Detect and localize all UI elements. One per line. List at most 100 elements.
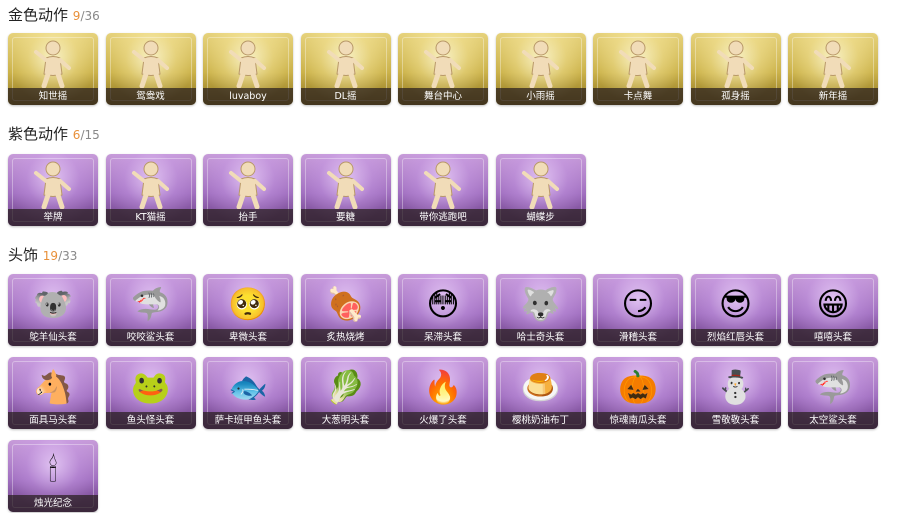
gold-action-card[interactable]: 舞台中心: [398, 33, 488, 105]
card-label: 新年摇: [788, 88, 878, 105]
card-label: 小雨摇: [495, 88, 586, 105]
collection-count: 19/33: [43, 249, 78, 263]
total-count: /33: [58, 249, 78, 263]
icon-glyph: 🍖: [325, 285, 366, 323]
section-name: 金色动作: [8, 6, 69, 24]
card-label: 卑微头套: [203, 329, 293, 346]
dazed-face-icon: 😳: [398, 278, 488, 330]
dance-figure-icon: [301, 158, 391, 210]
headwear-card[interactable]: ⛄ 雪敬敬头套: [690, 357, 781, 429]
snowman-head-icon: ⛄: [691, 361, 781, 413]
purple-action-card[interactable]: 蝴蝶步: [495, 154, 586, 226]
section-name: 紫色动作: [8, 125, 69, 143]
icon-glyph: 🐸: [130, 368, 171, 406]
headwear-card[interactable]: 🕯 烛光纪念: [8, 440, 98, 512]
card-label: 樱桃奶油布丁: [495, 412, 586, 429]
headwear-card[interactable]: 😳 呆滞头套: [398, 274, 488, 346]
headwear-card[interactable]: 🐟 萨卡班甲鱼头套: [203, 357, 293, 429]
headwear-card[interactable]: 🥬 大葱明头套: [300, 357, 391, 429]
icon-glyph: 🎃: [618, 368, 658, 406]
headwear-card[interactable]: 😏 滑稽头套: [593, 274, 683, 346]
icon-glyph: 😳: [426, 285, 460, 323]
icon-glyph: 🥺: [228, 285, 268, 323]
headwear-card[interactable]: 😎 烈焰红唇头套: [690, 274, 781, 346]
headwear-card[interactable]: 🎃 惊魂南瓜头套: [593, 357, 683, 429]
headwear-card[interactable]: 🦈 咬咬鲨头套: [105, 274, 196, 346]
card-label: 烈焰红唇头套: [690, 329, 781, 346]
headwear-card[interactable]: 🐴 面具马头套: [8, 357, 98, 429]
headwear-card[interactable]: 🦈 太空鲨头套: [788, 357, 878, 429]
fish-monster-head-icon: 🐸: [106, 361, 196, 413]
headwear-card[interactable]: 🥺 卑微头套: [203, 274, 293, 346]
card-label: 鸳鸯戏: [105, 88, 196, 105]
icon-glyph: 🐺: [520, 285, 561, 323]
gold-action-card[interactable]: 新年摇: [788, 33, 878, 105]
card-label: 火爆了头套: [398, 412, 488, 429]
card-label: 面具马头套: [8, 412, 98, 429]
scallion-head-icon: 🥬: [301, 361, 391, 413]
armored-fish-head-icon: 🐟: [203, 361, 293, 413]
total-count: /36: [80, 9, 100, 23]
dance-figure-icon: [106, 37, 196, 89]
headwear-card[interactable]: 🐸 鱼头怪头套: [105, 357, 196, 429]
card-label: 舞台中心: [398, 88, 488, 105]
card-label: 滑稽头套: [593, 329, 683, 346]
card-label: 炙热烧烤: [300, 329, 391, 346]
card-label: 惊魂南瓜头套: [593, 412, 683, 429]
gold-action-card[interactable]: 鸳鸯戏: [105, 33, 196, 105]
card-label: 蝴蝶步: [495, 209, 586, 226]
card-label: 大葱明头套: [300, 412, 391, 429]
dance-figure-icon: [398, 37, 488, 89]
fire-head-icon: 🔥: [398, 361, 488, 413]
dance-figure-icon: [496, 37, 586, 89]
purple-action-card[interactable]: 抬手: [203, 154, 293, 226]
headwear-card[interactable]: 🐺 哈士奇头套: [495, 274, 586, 346]
card-label: DL摇: [300, 88, 391, 105]
grin-face-icon: 😁: [788, 278, 878, 330]
gold-action-card[interactable]: 孤身摇: [690, 33, 781, 105]
headwear-card[interactable]: 🍖 炙热烧烤: [300, 274, 391, 346]
horse-head-icon: 🐴: [8, 361, 98, 413]
icon-glyph: 🔥: [423, 368, 463, 406]
icon-glyph: 🐟: [228, 368, 268, 406]
purple-action-card[interactable]: KT猫摇: [105, 154, 196, 226]
purple-action-card[interactable]: 带你逃跑吧: [398, 154, 488, 226]
headwear-card[interactable]: 🍮 樱桃奶油布丁: [495, 357, 586, 429]
section-title-purple: 紫色动作 6/15: [8, 125, 100, 144]
purple-action-card[interactable]: 举牌: [8, 154, 98, 226]
card-label: 哈士奇头套: [495, 329, 586, 346]
card-label: 呆滞头套: [398, 329, 488, 346]
gold-action-card[interactable]: 小雨摇: [495, 33, 586, 105]
headwear-card[interactable]: 😁 嘻嘻头套: [788, 274, 878, 346]
card-label: 咬咬鲨头套: [105, 329, 196, 346]
card-label: 萨卡班甲鱼头套: [203, 412, 293, 429]
purple-action-card[interactable]: 要糖: [300, 154, 391, 226]
collection-count: 6/15: [73, 128, 100, 142]
headwear-card[interactable]: 🔥 火爆了头套: [398, 357, 488, 429]
icon-glyph: 🐨: [33, 285, 73, 323]
icon-glyph: 😎: [718, 285, 753, 323]
card-label: KT猫摇: [105, 209, 196, 226]
funny-face-icon: 😏: [593, 278, 683, 330]
dance-figure-icon: [203, 37, 293, 89]
card-label: 太空鲨头套: [788, 412, 878, 429]
card-label: 鱼头怪头套: [105, 412, 196, 429]
husky-head-icon: 🐺: [496, 278, 586, 330]
icon-glyph: 🕯: [48, 451, 58, 489]
collection-count: 9/36: [73, 9, 100, 23]
gold-action-card[interactable]: luvaboy: [203, 33, 293, 105]
card-label: 要糖: [300, 209, 391, 226]
card-label: 雪敬敬头套: [690, 412, 781, 429]
gold-action-card[interactable]: DL摇: [300, 33, 391, 105]
icon-glyph: 😏: [621, 285, 655, 323]
gold-action-card[interactable]: 卡点舞: [593, 33, 683, 105]
section-title-gold: 金色动作 9/36: [8, 6, 100, 25]
card-label: 嘻嘻头套: [788, 329, 878, 346]
card-label: 知世摇: [8, 88, 98, 105]
koala-head-icon: 🐨: [8, 278, 98, 330]
headwear-card[interactable]: 🐨 鸵羊仙头套: [8, 274, 98, 346]
dance-figure-icon: [203, 158, 293, 210]
icon-glyph: 🦈: [813, 368, 853, 406]
icon-glyph: ⛄: [715, 368, 756, 406]
gold-action-card[interactable]: 知世摇: [8, 33, 98, 105]
